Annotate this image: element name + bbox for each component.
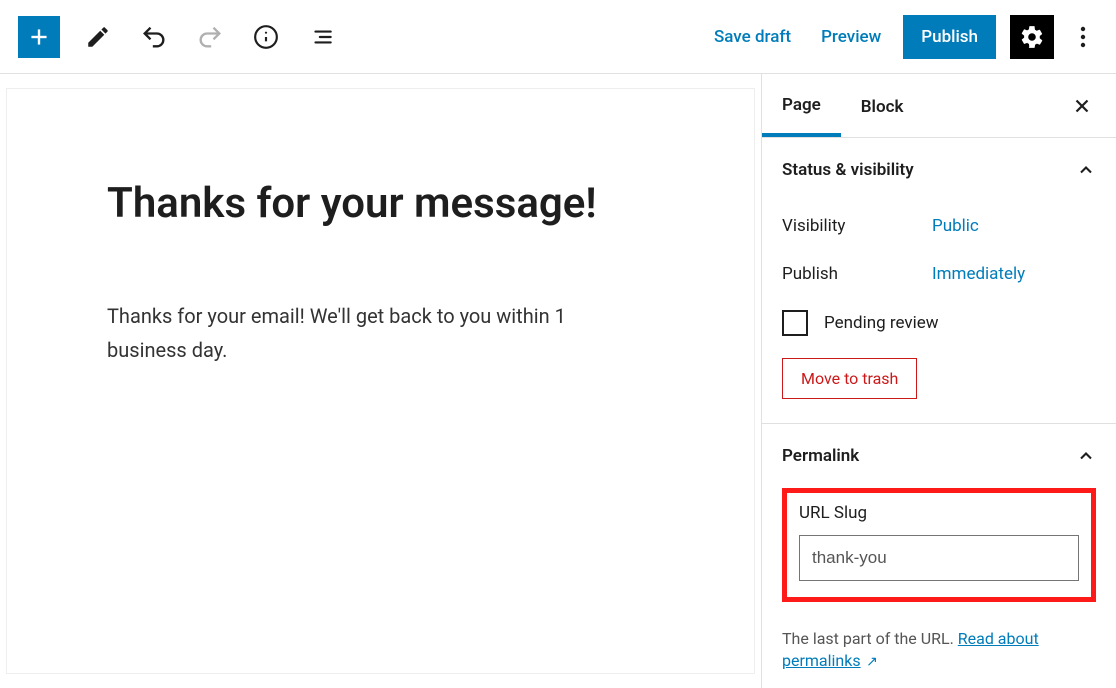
publish-value[interactable]: Immediately xyxy=(932,264,1025,284)
editor-canvas[interactable]: Thanks for your message! Thanks for your… xyxy=(6,88,755,674)
visibility-row: Visibility Public xyxy=(782,202,1096,250)
tab-page[interactable]: Page xyxy=(762,75,841,137)
chevron-up-icon xyxy=(1076,160,1096,180)
main-area: Thanks for your message! Thanks for your… xyxy=(0,74,1116,688)
settings-button[interactable] xyxy=(1010,15,1054,59)
url-slug-highlight: URL Slug xyxy=(782,488,1096,602)
pending-review-checkbox[interactable] xyxy=(782,310,808,336)
status-visibility-panel: Status & visibility Visibility Public Pu… xyxy=(762,138,1116,424)
permalink-panel: Permalink URL Slug The last part of the … xyxy=(762,424,1116,673)
preview-button[interactable]: Preview xyxy=(813,17,889,57)
outline-icon[interactable] xyxy=(304,19,340,55)
status-panel-header[interactable]: Status & visibility xyxy=(762,138,1116,202)
toolbar-right: Save draft Preview Publish xyxy=(706,15,1098,59)
publish-row: Publish Immediately xyxy=(782,250,1096,298)
url-slug-input[interactable] xyxy=(799,535,1079,581)
sidebar-tabs: Page Block xyxy=(762,74,1116,138)
page-body[interactable]: Thanks for your email! We'll get back to… xyxy=(107,299,647,367)
publish-button[interactable]: Publish xyxy=(903,15,996,59)
permalink-panel-title: Permalink xyxy=(782,446,859,466)
info-icon[interactable] xyxy=(248,19,284,55)
pending-review-row: Pending review xyxy=(782,298,1096,358)
pending-review-label: Pending review xyxy=(824,313,939,333)
visibility-value[interactable]: Public xyxy=(932,216,979,236)
status-panel-title: Status & visibility xyxy=(782,160,914,180)
add-block-button[interactable] xyxy=(18,16,60,58)
external-link-icon: ↗ xyxy=(863,654,878,670)
status-panel-body: Visibility Public Publish Immediately Pe… xyxy=(762,202,1116,423)
save-draft-button[interactable]: Save draft xyxy=(706,17,799,57)
chevron-up-icon xyxy=(1076,446,1096,466)
help-pre: The last part of the URL. xyxy=(782,629,958,648)
permalink-panel-header[interactable]: Permalink xyxy=(762,424,1116,488)
editor-pane: Thanks for your message! Thanks for your… xyxy=(0,74,761,688)
toolbar-left xyxy=(18,16,340,58)
more-options-icon[interactable] xyxy=(1068,15,1098,59)
move-to-trash-button[interactable]: Move to trash xyxy=(782,358,917,399)
top-toolbar: Save draft Preview Publish xyxy=(0,0,1116,74)
publish-label: Publish xyxy=(782,264,932,284)
undo-icon[interactable] xyxy=(136,19,172,55)
page-title[interactable]: Thanks for your message! xyxy=(107,179,654,229)
permalink-help-text: The last part of the URL. Read about per… xyxy=(762,620,1116,673)
tab-block[interactable]: Block xyxy=(841,77,924,135)
edit-mode-icon[interactable] xyxy=(80,19,116,55)
url-slug-label: URL Slug xyxy=(799,503,1079,523)
close-sidebar-icon[interactable] xyxy=(1064,88,1100,124)
permalink-panel-body: URL Slug xyxy=(762,488,1116,620)
settings-sidebar: Page Block Status & visibility Visibilit… xyxy=(761,74,1116,688)
visibility-label: Visibility xyxy=(782,216,932,236)
redo-icon xyxy=(192,19,228,55)
